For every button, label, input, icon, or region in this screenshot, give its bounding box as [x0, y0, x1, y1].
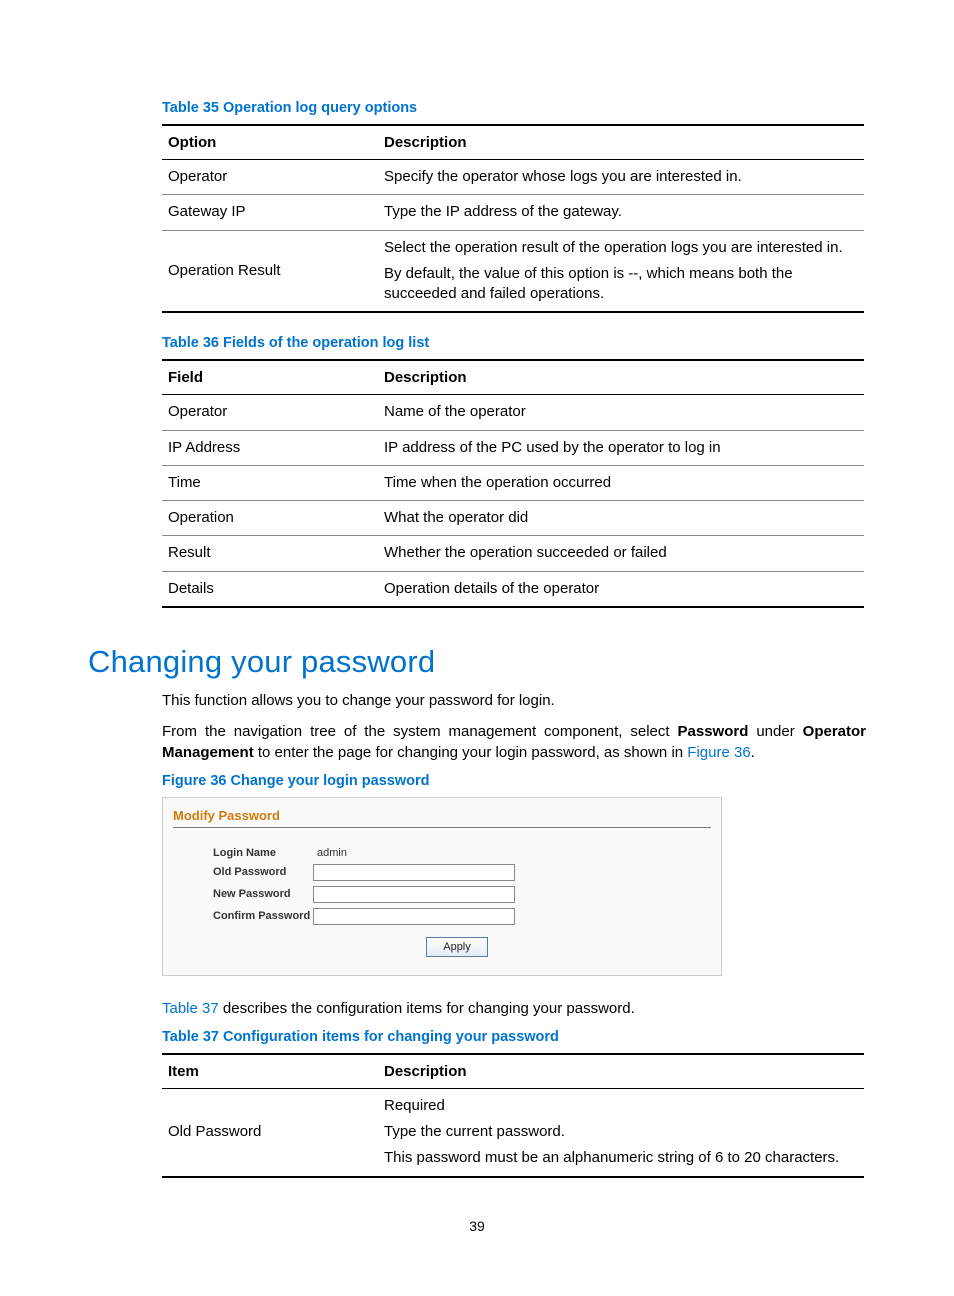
- para-nav: From the navigation tree of the system m…: [162, 721, 866, 763]
- table-row: Time Time when the operation occurred: [162, 465, 864, 500]
- login-name-label: Login Name: [213, 847, 313, 859]
- table-37-caption: Table 37 Configuration items for changin…: [162, 1029, 866, 1045]
- cell-description: Required Type the current password. This…: [378, 1088, 864, 1176]
- figure-36: Modify Password Login Name admin Old Pas…: [162, 797, 722, 976]
- confirm-password-input[interactable]: [313, 908, 515, 925]
- login-name-value: admin: [313, 847, 347, 859]
- cell-option: Operation Result: [162, 230, 378, 312]
- table-37-header-item: Item: [162, 1054, 378, 1089]
- table-37-header-description: Description: [378, 1054, 864, 1089]
- table-row: Operation What the operator did: [162, 501, 864, 536]
- old-password-input[interactable]: [313, 864, 515, 881]
- new-password-label: New Password: [213, 888, 313, 900]
- link-figure-36[interactable]: Figure 36: [687, 744, 750, 761]
- table-row: Operator Name of the operator: [162, 395, 864, 430]
- para-intro: This function allows you to change your …: [162, 690, 866, 711]
- table-37: Item Description Old Password Required T…: [162, 1053, 864, 1178]
- table-row: IP Address IP address of the PC used by …: [162, 430, 864, 465]
- table-row: Gateway IP Type the IP address of the ga…: [162, 195, 864, 230]
- table-row: Operator Specify the operator whose logs…: [162, 160, 864, 195]
- table-row: Result Whether the operation succeeded o…: [162, 536, 864, 571]
- confirm-password-label: Confirm Password: [213, 910, 313, 922]
- old-password-label: Old Password: [213, 866, 313, 878]
- table-35-caption: Table 35 Operation log query options: [162, 100, 866, 116]
- table-36-header-description: Description: [378, 360, 864, 395]
- modify-password-title: Modify Password: [163, 798, 721, 827]
- figure-36-caption: Figure 36 Change your login password: [162, 773, 866, 789]
- apply-button[interactable]: Apply: [426, 937, 488, 957]
- page-number: 39: [0, 1218, 954, 1234]
- cell-option: Operator: [162, 160, 378, 195]
- link-table-37[interactable]: Table 37: [162, 1000, 219, 1017]
- table-35: Option Description Operator Specify the …: [162, 124, 864, 313]
- table-36-caption: Table 36 Fields of the operation log lis…: [162, 335, 866, 351]
- table-row: Operation Result Select the operation re…: [162, 230, 864, 312]
- table-36: Field Description Operator Name of the o…: [162, 359, 864, 608]
- table-35-header-description: Description: [378, 125, 864, 160]
- new-password-input[interactable]: [313, 886, 515, 903]
- cell-description: Select the operation result of the opera…: [378, 230, 864, 312]
- cell-item: Old Password: [162, 1088, 378, 1176]
- cell-option: Gateway IP: [162, 195, 378, 230]
- table-35-header-option: Option: [162, 125, 378, 160]
- table-row: Old Password Required Type the current p…: [162, 1088, 864, 1176]
- para-table37-intro: Table 37 describes the configuration ite…: [162, 998, 866, 1019]
- heading-changing-password: Changing your password: [88, 644, 866, 680]
- table-row: Details Operation details of the operato…: [162, 571, 864, 607]
- cell-description: Type the IP address of the gateway.: [378, 195, 864, 230]
- cell-description: Specify the operator whose logs you are …: [378, 160, 864, 195]
- table-36-header-field: Field: [162, 360, 378, 395]
